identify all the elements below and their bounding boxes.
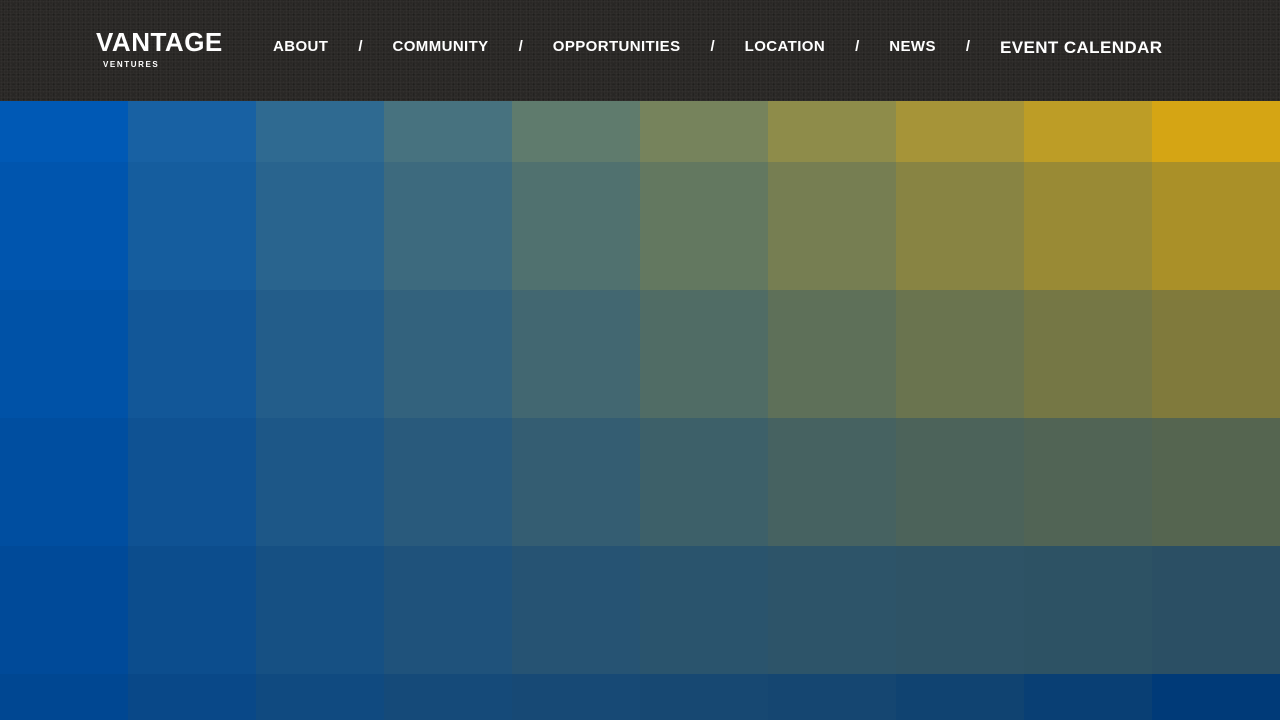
site-header: VANTAGE VENTURES ABOUT / COMMUNITY / OPP… [0,0,1280,101]
gradient-tile [1024,674,1152,720]
gradient-tile [256,546,384,674]
gradient-tile [384,290,512,418]
gradient-tile [512,546,640,674]
logo-wordmark: VANTAGE [96,30,223,57]
nav-item-opportunities[interactable]: OPPORTUNITIES [553,38,681,55]
gradient-tile [896,162,1024,290]
nav-item-about[interactable]: ABOUT [273,38,328,55]
gradient-tile [1024,101,1152,162]
gradient-tile [768,418,896,546]
gradient-tile [768,546,896,674]
gradient-tiles [0,101,1280,720]
gradient-tile [128,418,256,546]
gradient-tile [1152,162,1280,290]
gradient-tile [640,162,768,290]
gradient-tile [1152,418,1280,546]
gradient-tile [0,418,128,546]
nav-item-location[interactable]: LOCATION [745,38,825,55]
gradient-tile [1024,290,1152,418]
gradient-tile [512,418,640,546]
gradient-tile [256,290,384,418]
logo-subtext: VENTURES [103,60,159,69]
gradient-tile [640,101,768,162]
gradient-tile [256,674,384,720]
gradient-tile [640,546,768,674]
logo-mark: VANTAGE VENTURES [96,30,223,69]
gradient-tile [896,101,1024,162]
gradient-tile [0,162,128,290]
gradient-tile [768,101,896,162]
nav-separator: / [358,37,363,55]
nav-item-community[interactable]: COMMUNITY [393,38,489,55]
gradient-tile [768,162,896,290]
gradient-tile [896,674,1024,720]
gradient-tile [1152,101,1280,162]
gradient-tile [0,546,128,674]
gradient-tile [0,101,128,162]
gradient-tile [896,418,1024,546]
gradient-tile [640,290,768,418]
gradient-tile [1024,162,1152,290]
gradient-tile [768,290,896,418]
gradient-tile [128,546,256,674]
gradient-tile [768,674,896,720]
gradient-tile [256,162,384,290]
gradient-tile [512,290,640,418]
gradient-tile [0,290,128,418]
gradient-tile [1152,290,1280,418]
gradient-tile [384,101,512,162]
nav-separator: / [965,37,971,55]
gradient-tile [1024,546,1152,674]
hero-gradient-grid [0,101,1280,720]
nav-separator: / [855,37,860,55]
gradient-tile [384,162,512,290]
gradient-tile [256,418,384,546]
gradient-tile [1024,418,1152,546]
nav-separator: / [710,37,715,55]
gradient-tile [512,674,640,720]
gradient-tile [640,418,768,546]
gradient-tile [512,101,640,162]
main-nav: ABOUT / COMMUNITY / OPPORTUNITIES / LOCA… [273,0,1162,92]
gradient-tile [896,290,1024,418]
gradient-tile [128,101,256,162]
gradient-tile [384,418,512,546]
gradient-tile [384,674,512,720]
gradient-tile [128,674,256,720]
nav-separator: / [518,37,523,55]
gradient-tile [128,162,256,290]
gradient-tile [512,162,640,290]
nav-item-news[interactable]: NEWS [889,38,936,55]
nav-item-event-calendar[interactable]: EVENT CALENDAR [1000,38,1162,58]
gradient-tile [256,101,384,162]
vantage-ventures-logo[interactable]: VANTAGE VENTURES [96,30,226,70]
gradient-tile [0,674,128,720]
gradient-tile [128,290,256,418]
gradient-tile [384,546,512,674]
gradient-tile [1152,546,1280,674]
gradient-tile [1152,674,1280,720]
gradient-tile [640,674,768,720]
gradient-tile [896,546,1024,674]
